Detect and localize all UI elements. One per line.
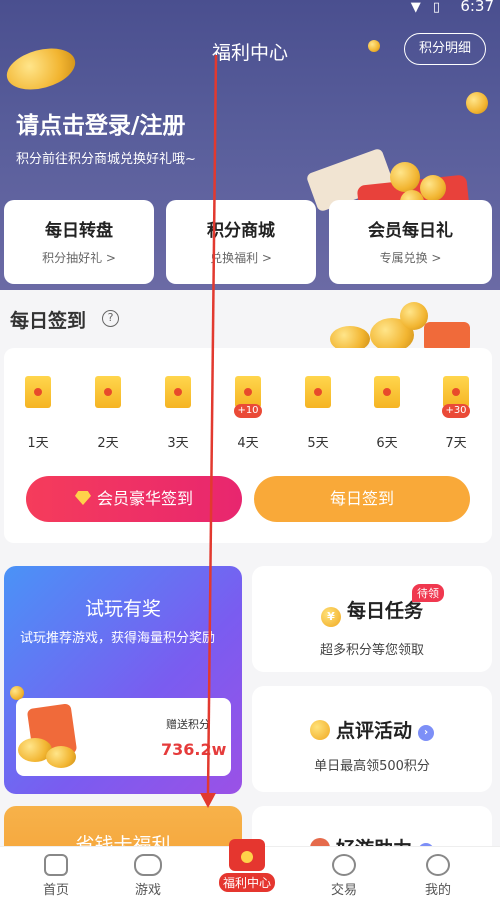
nav-label: 游戏 [134, 883, 161, 898]
trial-title: 试玩有奖 [84, 598, 161, 620]
nav-label: 我的 [424, 883, 451, 898]
signin-day[interactable]: +30 7天 [432, 376, 480, 451]
home-icon [44, 854, 68, 876]
nav-trade[interactable]: 交易 [294, 847, 394, 900]
pending-badge: 待领 [412, 584, 444, 602]
coin-icon [466, 92, 488, 114]
envelope-icon [25, 376, 51, 408]
card-title: 每日转盘 [45, 221, 113, 241]
status-time: 6:37 [460, 0, 494, 15]
status-bar: ▼ ▯ 6:37 [0, 0, 500, 18]
bonus-badge: +30 [442, 404, 470, 418]
envelope-icon [165, 376, 191, 408]
nav-label: 首页 [42, 883, 69, 898]
signin-day[interactable]: 5天 [294, 376, 342, 451]
envelope-icon [95, 376, 121, 408]
daily-task-title: 每日任务 [346, 600, 423, 622]
day-label: 6天 [376, 436, 398, 451]
trial-reward-card[interactable]: 试玩有奖 试玩推荐游戏，获得海量积分奖励 赠送积分 736.2w [4, 566, 242, 794]
day-label: 5天 [307, 436, 329, 451]
daily-wheel-card[interactable]: 每日转盘 积分抽好礼 > [4, 200, 154, 284]
card-subtitle: 积分抽好礼 > [42, 251, 116, 265]
daily-signin-button[interactable]: 每日签到 [254, 476, 470, 522]
card-subtitle: 兑换福利 > [210, 251, 272, 265]
review-activity-card[interactable]: 点评活动 › 单日最高领500积分 [252, 686, 492, 792]
nav-home[interactable]: 首页 [6, 847, 106, 900]
login-subtitle: 积分前往积分商城兑换好礼哦~ [16, 152, 196, 167]
points-mall-card[interactable]: 积分商城 兑换福利 > [166, 200, 316, 284]
help-icon[interactable]: ? [102, 310, 119, 327]
red-envelope-icon [229, 839, 265, 871]
card-title: 积分商城 [207, 221, 275, 241]
gift-points-label: 赠送积分 [166, 718, 210, 731]
bottom-nav: 首页 游戏 福利中心 交易 我的 [0, 839, 500, 900]
review-subtitle: 单日最高领500积分 [314, 759, 430, 774]
points-detail-button[interactable]: 积分明细 [404, 33, 486, 65]
signin-day[interactable]: 1天 [14, 376, 62, 451]
bonus-badge: +10 [234, 404, 262, 418]
signin-card: 1天 2天 3天 +10 4天 5天 6天 +30 7天 会员豪华签到 每日签到 [4, 348, 492, 543]
vip-signin-label: 会员豪华签到 [96, 489, 193, 508]
trade-icon [332, 854, 356, 876]
day-label: 4天 [237, 436, 259, 451]
trial-gift-panel: 赠送积分 736.2w [16, 698, 231, 776]
signal-icons: ▼ ▯ [410, 0, 444, 15]
day-label: 2天 [97, 436, 119, 451]
review-title: 点评活动 [335, 720, 412, 742]
yen-coin-icon: ¥ [320, 607, 341, 627]
login-register-link[interactable]: 请点击登录/注册 [16, 106, 185, 140]
day-label: 1天 [27, 436, 49, 451]
vip-signin-button[interactable]: 会员豪华签到 [26, 476, 242, 522]
day-label: 3天 [167, 436, 189, 451]
quick-entry-row: 每日转盘 积分抽好礼 > 积分商城 兑换福利 > 会员每日礼 专属兑换 > [4, 200, 496, 284]
day-label: 7天 [445, 436, 467, 451]
signin-day[interactable]: +10 4天 [224, 376, 272, 451]
daily-task-card[interactable]: 待领 ¥ 每日任务 超多积分等您领取 [252, 566, 492, 672]
nav-mine[interactable]: 我的 [388, 847, 488, 900]
nav-welfare-center[interactable]: 福利中心 [214, 839, 280, 895]
nav-games[interactable]: 游戏 [98, 847, 198, 900]
signin-section-title: 每日签到 [10, 310, 87, 332]
nav-label: 交易 [330, 883, 357, 898]
daily-task-subtitle: 超多积分等您领取 [319, 643, 424, 658]
card-subtitle: 专属兑换 > [379, 251, 442, 265]
trial-desc: 试玩推荐游戏，获得海量积分奖励 [20, 631, 216, 646]
profile-icon [426, 854, 450, 876]
signin-day[interactable]: 6天 [363, 376, 411, 451]
nav-label: 福利中心 [218, 873, 275, 892]
card-title: 会员每日礼 [368, 221, 453, 241]
signin-day[interactable]: 2天 [84, 376, 132, 451]
member-daily-gift-card[interactable]: 会员每日礼 专属兑换 > [329, 200, 492, 284]
envelope-icon [374, 376, 400, 408]
arrow-right-icon: › [418, 725, 434, 741]
gift-points-value: 736.2w [161, 740, 227, 759]
coin-stack-icon [309, 720, 330, 740]
envelope-icon [305, 376, 331, 408]
coin-icon [46, 746, 76, 768]
coins-illustration [320, 296, 500, 352]
gamepad-icon [134, 854, 162, 876]
signin-day[interactable]: 3天 [154, 376, 202, 451]
diamond-icon [74, 491, 91, 505]
